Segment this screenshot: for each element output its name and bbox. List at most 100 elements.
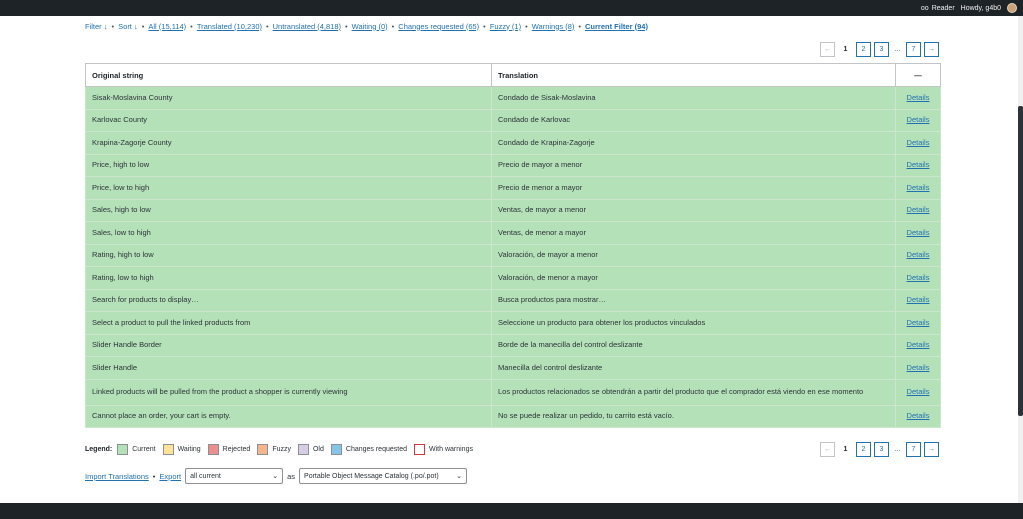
legend-label-fuzzy: Fuzzy [272, 445, 291, 453]
reader-button[interactable]: oo Reader [921, 5, 955, 12]
table-row[interactable]: Slider Handle Border Borde de la manecil… [85, 333, 941, 357]
export-format-select[interactable]: Portable Object Message Catalog (.po/.po… [299, 468, 468, 484]
details-link[interactable]: Details [907, 115, 930, 124]
as-label: as [287, 471, 296, 481]
table-row[interactable]: Select a product to pull the linked prod… [85, 311, 941, 335]
avatar[interactable] [1007, 3, 1017, 13]
translation-cell[interactable]: Seleccione un producto para obtener los … [491, 311, 896, 335]
translation-cell[interactable]: Manecilla del control deslizante [491, 356, 896, 380]
table-row[interactable]: Sisak-Moslavina County Condado de Sisak-… [85, 86, 941, 110]
translation-cell[interactable]: Busca productos para mostrar… [491, 288, 896, 312]
details-link[interactable]: Details [907, 411, 930, 420]
translation-cell[interactable]: Valoración, de menor a mayor [491, 266, 896, 290]
translation-cell[interactable]: No se puede realizar un pedido, tu carri… [491, 404, 896, 428]
table-row[interactable]: Cannot place an order, your cart is empt… [85, 404, 941, 428]
details-link[interactable]: Details [907, 93, 930, 102]
details-link[interactable]: Details [907, 160, 930, 169]
export-which-select[interactable]: all current ⌄ [185, 468, 284, 484]
next-page-button[interactable]: → [924, 442, 939, 457]
table-row[interactable]: Sales, low to high Ventas, de menor a ma… [85, 221, 941, 245]
import-translations-link[interactable]: Import Translations [85, 472, 149, 481]
import-export-bar: Import Translations • Export all current… [85, 468, 468, 484]
details-link[interactable]: Details [907, 318, 930, 327]
next-page-button[interactable]: → [924, 42, 939, 57]
separator: • [266, 21, 269, 31]
separator: • [345, 21, 348, 31]
translation-cell[interactable]: Los productos relacionados se obtendrán … [491, 378, 896, 406]
page-2-button[interactable]: 2 [856, 442, 871, 457]
filter-waiting[interactable]: Waiting (0) [352, 22, 388, 31]
prev-page-button[interactable]: ← [820, 42, 835, 57]
legend-title: Legend: [85, 445, 113, 453]
details-link[interactable]: Details [907, 340, 930, 349]
filter-fuzzy[interactable]: Fuzzy (1) [490, 22, 521, 31]
details-link[interactable]: Details [907, 250, 930, 259]
reader-label: Reader [931, 4, 955, 12]
translation-cell[interactable]: Precio de menor a mayor [491, 176, 896, 200]
pagination-top: ← 1 2 3 … 7 → [820, 42, 939, 57]
original-cell: Rating, low to high [85, 266, 492, 290]
scrollbar-thumb[interactable] [1018, 106, 1023, 416]
table-row[interactable]: Search for products to display… Busca pr… [85, 288, 941, 312]
export-format-value: Portable Object Message Catalog (.po/.po… [304, 472, 439, 480]
translation-cell[interactable]: Condado de Karlovac [491, 108, 896, 132]
export-link[interactable]: Export [159, 472, 181, 481]
filter-warnings[interactable]: Warnings (8) [532, 22, 575, 31]
table-row[interactable]: Price, high to low Precio de mayor a men… [85, 153, 941, 177]
table-row[interactable]: Rating, high to low Valoración, de mayor… [85, 243, 941, 267]
header-translation: Translation [491, 63, 896, 87]
separator: • [391, 21, 395, 31]
details-link[interactable]: Details [907, 228, 930, 237]
current-page: 1 [838, 42, 853, 57]
page-2-button[interactable]: 2 [856, 42, 871, 57]
sort-toggle[interactable]: Sort ↓ [118, 22, 138, 31]
translation-cell[interactable]: Condado de Krapina-Zagorje [491, 131, 896, 155]
table-row[interactable]: Linked products will be pulled from the … [85, 378, 941, 406]
filter-toggle[interactable]: Filter ↓ [85, 22, 108, 31]
table-row[interactable]: Karlovac County Condado de Karlovac Deta… [85, 108, 941, 132]
translation-cell[interactable]: Condado de Sisak-Moslavina [491, 86, 896, 110]
details-link[interactable]: Details [907, 387, 930, 396]
filter-changes-requested[interactable]: Changes requested (65) [398, 22, 479, 31]
table-row[interactable]: Slider Handle Manecilla del control desl… [85, 356, 941, 380]
original-cell: Select a product to pull the linked prod… [85, 311, 492, 335]
translation-cell[interactable]: Borde de la manecilla del control desliz… [491, 333, 896, 357]
table-row[interactable]: Price, low to high Precio de menor a may… [85, 176, 941, 200]
table-row[interactable]: Sales, high to low Ventas, de mayor a me… [85, 198, 941, 222]
translation-cell[interactable]: Precio de mayor a menor [491, 153, 896, 177]
details-link[interactable]: Details [907, 205, 930, 214]
filter-translated[interactable]: Translated (10,230) [197, 22, 262, 31]
separator: • [111, 21, 115, 31]
legend-label-current: Current [132, 445, 156, 453]
details-link[interactable]: Details [907, 363, 930, 372]
howdy-user-menu[interactable]: Howdy, g4b0 [961, 5, 1001, 12]
filter-current[interactable]: Current Filter (94) [585, 22, 648, 31]
prev-page-button[interactable]: ← [820, 442, 835, 457]
admin-bar: oo Reader Howdy, g4b0 [0, 0, 1023, 16]
last-page-button[interactable]: 7 [906, 442, 921, 457]
separator: • [483, 21, 486, 31]
page-3-button[interactable]: 3 [874, 442, 889, 457]
details-link[interactable]: Details [907, 183, 930, 192]
chevron-down-icon: ⌄ [272, 473, 279, 480]
table-row[interactable]: Krapina-Zagorje County Condado de Krapin… [85, 131, 941, 155]
separator: • [141, 21, 145, 31]
table-row[interactable]: Rating, low to high Valoración, de menor… [85, 266, 941, 290]
original-cell: Cannot place an order, your cart is empt… [85, 404, 492, 428]
translation-cell[interactable]: Ventas, de mayor a menor [491, 198, 896, 222]
legend-label-old: Old [312, 445, 324, 453]
filter-bar: Filter ↓ • Sort ↓ • All (15,114) • Trans… [85, 20, 648, 32]
translation-cell[interactable]: Valoración, de mayor a menor [491, 243, 896, 267]
last-page-button[interactable]: 7 [906, 42, 921, 57]
page-scrollbar[interactable] [1018, 16, 1023, 503]
details-link[interactable]: Details [907, 273, 930, 282]
original-cell: Search for products to display… [85, 288, 492, 312]
page-3-button[interactable]: 3 [874, 42, 889, 57]
filter-untranslated[interactable]: Untranslated (4,818) [273, 22, 341, 31]
header-actions: — [895, 63, 941, 87]
translation-cell[interactable]: Ventas, de menor a mayor [491, 221, 896, 245]
filter-all[interactable]: All (15,114) [148, 22, 186, 31]
original-cell: Sisak-Moslavina County [85, 86, 492, 110]
details-link[interactable]: Details [907, 295, 930, 304]
details-link[interactable]: Details [907, 138, 930, 147]
